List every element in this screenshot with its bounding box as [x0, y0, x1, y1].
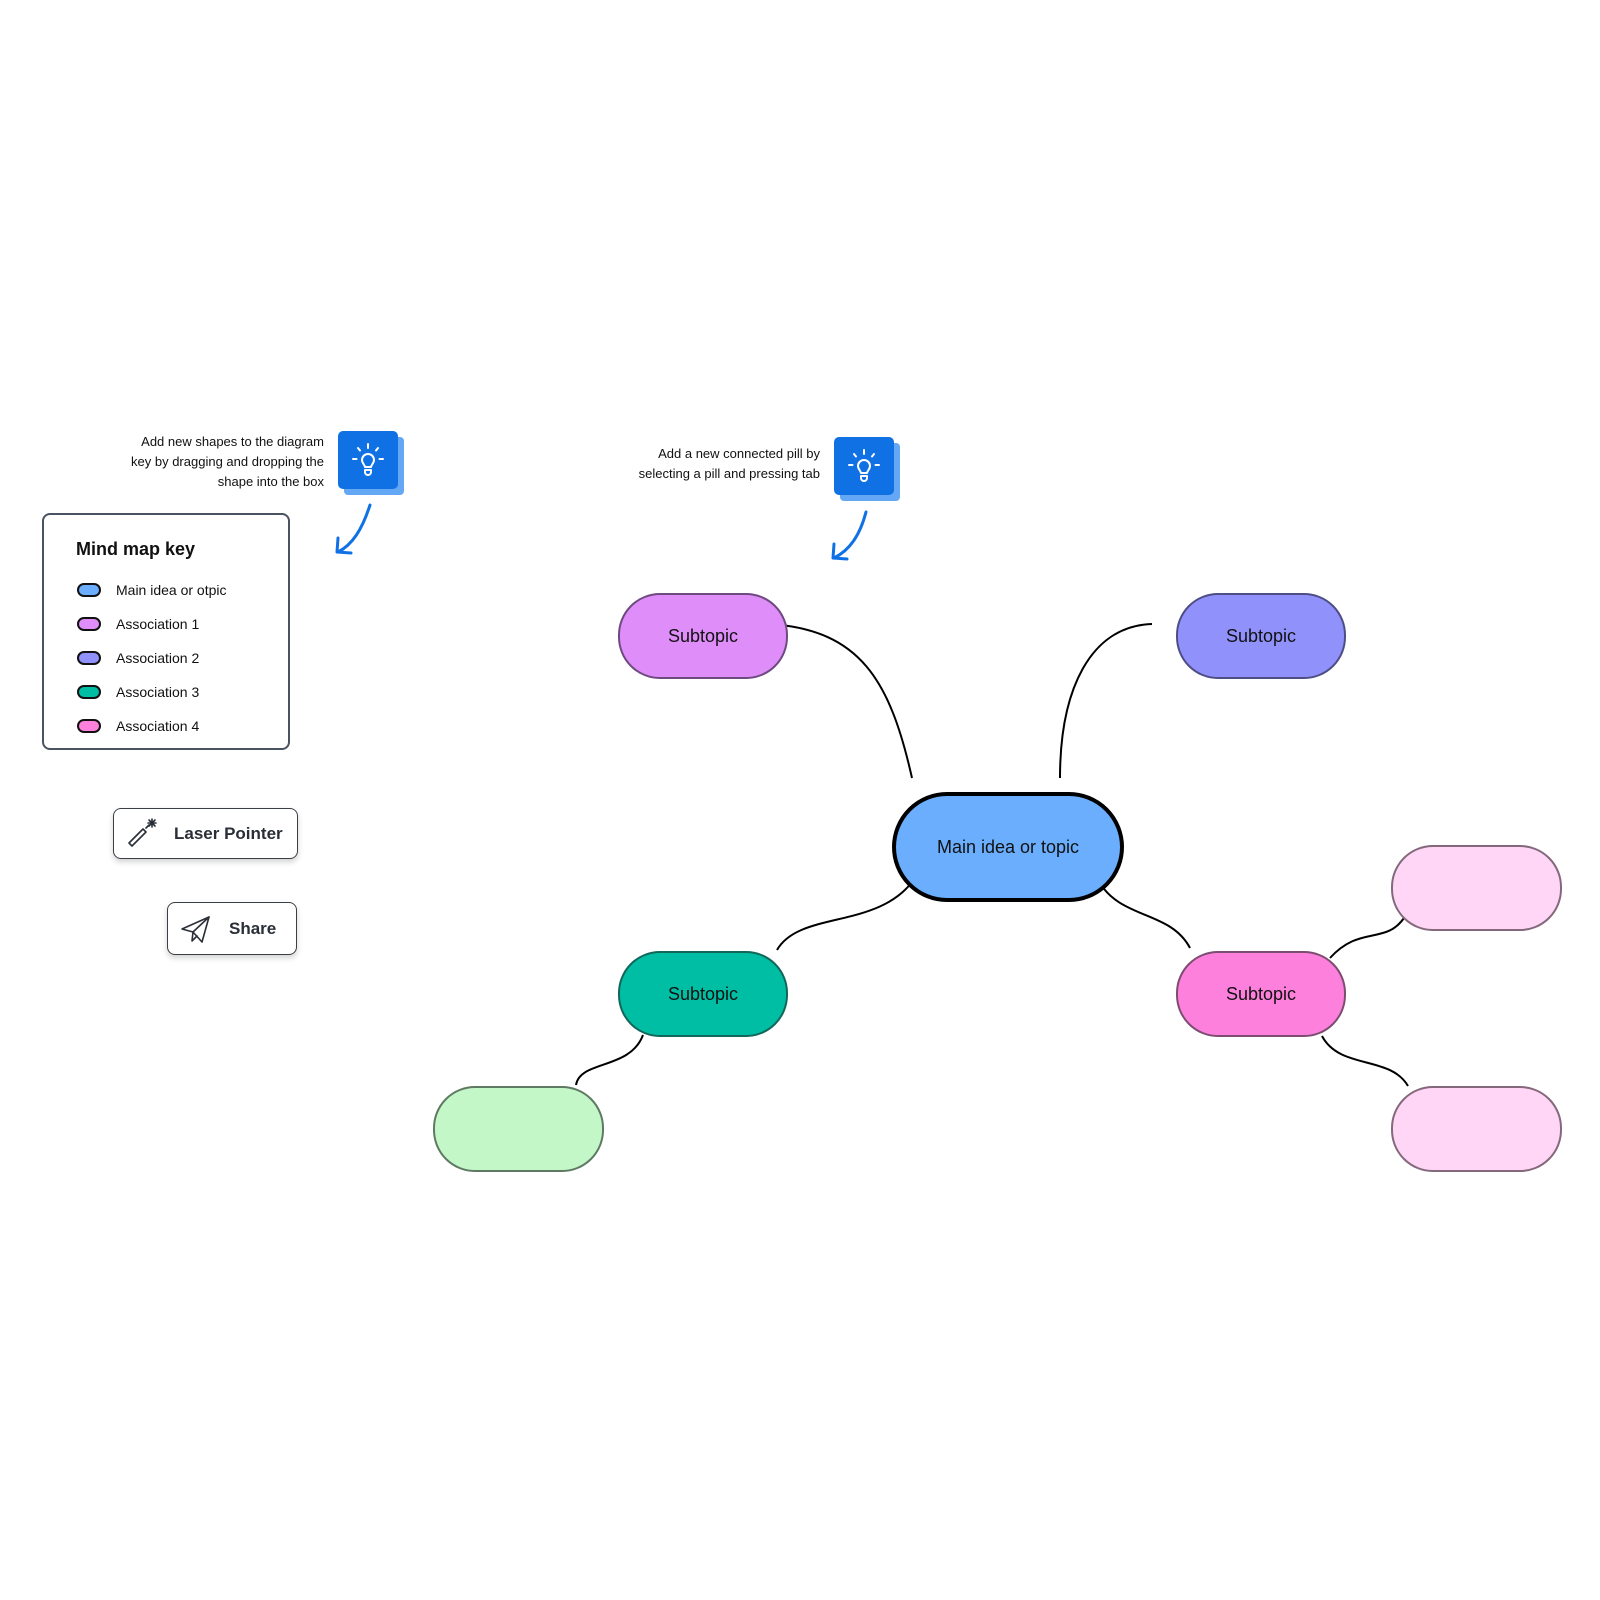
connector-main-assoc4 — [1097, 879, 1191, 949]
key-item-label: Association 4 — [116, 718, 200, 734]
arrow-icon-tip-2 — [831, 510, 868, 561]
subtopic-pill-association-4[interactable]: Subtopic — [1176, 951, 1346, 1037]
connectors-layer — [335, 503, 1409, 1087]
key-item-label: Main idea or otpic — [116, 582, 227, 598]
connector-main-assoc2 — [1059, 623, 1153, 779]
share-label: Share — [229, 918, 277, 938]
main-topic-label: Main idea or topic — [936, 836, 1080, 857]
tip-text-connected-pill: Add a new connected pill by selecting a … — [560, 444, 820, 484]
pill-swatch-icon — [77, 719, 101, 733]
paper-plane-icon — [179, 912, 213, 946]
mind-map-key[interactable]: Mind map key Main idea or otpic Associat… — [42, 513, 290, 750]
subtopic-pill-association-3[interactable]: Subtopic — [618, 951, 788, 1037]
laser-pointer-button[interactable]: Laser Pointer — [113, 808, 298, 859]
tip-line: selecting a pill and pressing tab — [638, 466, 820, 481]
key-item-association-3[interactable]: Association 3 — [77, 682, 199, 702]
connector-assoc4-child1 — [1329, 917, 1405, 959]
key-item-association-4[interactable]: Association 4 — [77, 716, 199, 736]
connector-assoc4-child2 — [1321, 1035, 1409, 1087]
laser-pointer-label: Laser Pointer — [174, 823, 283, 843]
connector-main-assoc3 — [776, 877, 916, 951]
tip-badge-1 — [338, 431, 404, 495]
tip-line: key by dragging and dropping the — [131, 454, 324, 469]
laser-pointer-icon — [124, 816, 160, 852]
key-item-association-2[interactable]: Association 2 — [77, 648, 199, 668]
subtopic-label: Subtopic — [1225, 625, 1297, 646]
subtopic-label: Subtopic — [667, 983, 739, 1004]
child-pill-association-4-top[interactable] — [1391, 845, 1562, 931]
subtopic-label: Subtopic — [667, 625, 739, 646]
pill-swatch-icon — [77, 583, 101, 597]
key-item-label: Association 3 — [116, 684, 200, 700]
subtopic-pill-association-1[interactable]: Subtopic — [618, 593, 788, 679]
pill-swatch-icon — [77, 617, 101, 631]
tip-line: Add a new connected pill by — [658, 446, 820, 461]
connector-assoc3-child — [575, 1034, 644, 1086]
lightbulb-icon — [834, 437, 894, 495]
subtopic-label: Subtopic — [1225, 983, 1297, 1004]
pill-swatch-icon — [77, 685, 101, 699]
tip-badge-2 — [834, 437, 900, 501]
subtopic-pill-association-2[interactable]: Subtopic — [1176, 593, 1346, 679]
connector-main-assoc1 — [769, 623, 913, 779]
lightbulb-icon — [338, 431, 398, 489]
pill-swatch-icon — [77, 651, 101, 665]
share-button[interactable]: Share — [167, 902, 297, 955]
child-pill-association-4-bottom[interactable] — [1391, 1086, 1562, 1172]
child-pill-association-3[interactable] — [433, 1086, 604, 1172]
tip-line: shape into the box — [217, 474, 324, 489]
arrow-icon-tip-1 — [335, 503, 372, 555]
key-item-association-1[interactable]: Association 1 — [77, 614, 199, 634]
key-item-label: Association 2 — [116, 650, 200, 666]
key-title: Mind map key — [76, 539, 196, 559]
key-item-label: Association 1 — [116, 616, 200, 632]
tip-line: Add new shapes to the diagram — [141, 434, 324, 449]
key-item-main[interactable]: Main idea or otpic — [77, 580, 227, 600]
tip-text-diagram-key: Add new shapes to the diagram key by dra… — [64, 432, 324, 492]
main-topic-pill[interactable]: Main idea or topic — [892, 792, 1124, 902]
